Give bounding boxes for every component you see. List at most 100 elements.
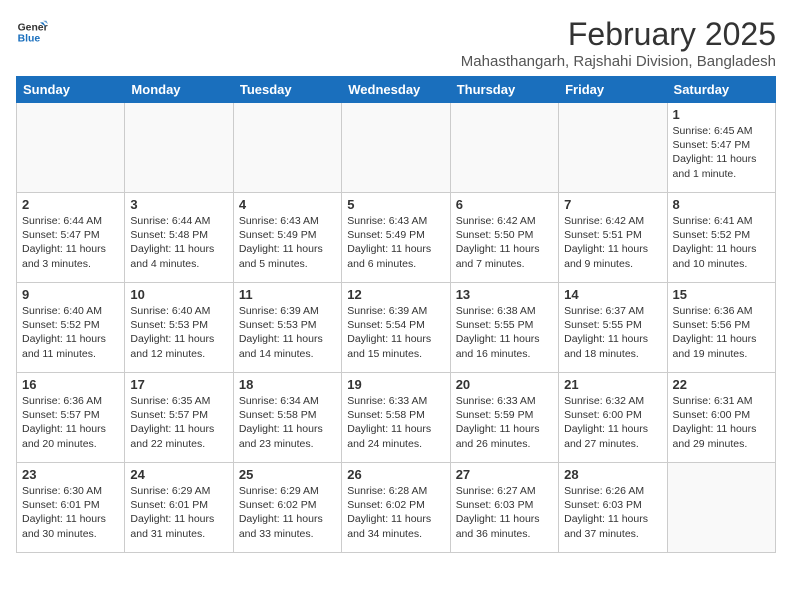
day-number-1-2: 4 <box>239 197 336 212</box>
cell-0-2 <box>233 103 341 193</box>
cell-1-1: 3 Sunrise: 6:44 AM Sunset: 5:48 PM Daylig… <box>125 193 233 283</box>
day-number-1-3: 5 <box>347 197 444 212</box>
cell-3-5: 21 Sunrise: 6:32 AM Sunset: 6:00 PM Dayli… <box>559 373 667 463</box>
day-info-3-1: Sunrise: 6:35 AM Sunset: 5:57 PM Dayligh… <box>130 394 227 451</box>
cell-4-1: 24 Sunrise: 6:29 AM Sunset: 6:01 PM Dayli… <box>125 463 233 553</box>
svg-text:Blue: Blue <box>18 34 41 45</box>
day-number-3-4: 20 <box>456 377 553 392</box>
calendar-subtitle: Mahasthangarh, Rajshahi Division, Bangla… <box>461 53 776 70</box>
day-number-2-1: 10 <box>130 287 227 302</box>
day-number-1-4: 6 <box>456 197 553 212</box>
cell-4-3: 26 Sunrise: 6:28 AM Sunset: 6:02 PM Dayli… <box>342 463 450 553</box>
title-block: February 2025 Mahasthangarh, Rajshahi Di… <box>461 16 776 70</box>
calendar-title: February 2025 <box>461 16 776 53</box>
day-info-4-4: Sunrise: 6:27 AM Sunset: 6:03 PM Dayligh… <box>456 484 553 541</box>
day-number-3-5: 21 <box>564 377 661 392</box>
day-info-4-0: Sunrise: 6:30 AM Sunset: 6:01 PM Dayligh… <box>22 484 119 541</box>
cell-0-3 <box>342 103 450 193</box>
header-thursday: Thursday <box>450 77 558 103</box>
day-info-3-4: Sunrise: 6:33 AM Sunset: 5:59 PM Dayligh… <box>456 394 553 451</box>
day-number-4-2: 25 <box>239 467 336 482</box>
day-number-1-5: 7 <box>564 197 661 212</box>
calendar-table: Sunday Monday Tuesday Wednesday Thursday… <box>16 76 776 553</box>
cell-2-2: 11 Sunrise: 6:39 AM Sunset: 5:53 PM Dayli… <box>233 283 341 373</box>
day-info-4-5: Sunrise: 6:26 AM Sunset: 6:03 PM Dayligh… <box>564 484 661 541</box>
header-friday: Friday <box>559 77 667 103</box>
week-row-1: 2Sunrise: 6:44 AM Sunset: 5:47 PM Daylig… <box>17 193 776 283</box>
cell-3-3: 19 Sunrise: 6:33 AM Sunset: 5:58 PM Dayli… <box>342 373 450 463</box>
day-number-2-0: 9 <box>22 287 119 302</box>
day-number-4-3: 26 <box>347 467 444 482</box>
cell-1-0: 2Sunrise: 6:44 AM Sunset: 5:47 PM Daylig… <box>17 193 125 283</box>
day-info-1-4: Sunrise: 6:42 AM Sunset: 5:50 PM Dayligh… <box>456 214 553 271</box>
cell-4-0: 23 Sunrise: 6:30 AM Sunset: 6:01 PM Dayli… <box>17 463 125 553</box>
day-info-3-2: Sunrise: 6:34 AM Sunset: 5:58 PM Dayligh… <box>239 394 336 451</box>
cell-0-0 <box>17 103 125 193</box>
cell-1-3: 5Sunrise: 6:43 AM Sunset: 5:49 PM Daylig… <box>342 193 450 283</box>
day-number-3-3: 19 <box>347 377 444 392</box>
day-info-4-3: Sunrise: 6:28 AM Sunset: 6:02 PM Dayligh… <box>347 484 444 541</box>
cell-0-5 <box>559 103 667 193</box>
day-info-2-4: Sunrise: 6:38 AM Sunset: 5:55 PM Dayligh… <box>456 304 553 361</box>
cell-3-4: 20 Sunrise: 6:33 AM Sunset: 5:59 PM Dayli… <box>450 373 558 463</box>
header-sunday: Sunday <box>17 77 125 103</box>
cell-2-5: 14 Sunrise: 6:37 AM Sunset: 5:55 PM Dayli… <box>559 283 667 373</box>
day-number-3-0: 16 <box>22 377 119 392</box>
day-info-1-1: Sunrise: 6:44 AM Sunset: 5:48 PM Dayligh… <box>130 214 227 271</box>
day-info-1-5: Sunrise: 6:42 AM Sunset: 5:51 PM Dayligh… <box>564 214 661 271</box>
day-info-3-3: Sunrise: 6:33 AM Sunset: 5:58 PM Dayligh… <box>347 394 444 451</box>
header-tuesday: Tuesday <box>233 77 341 103</box>
cell-3-0: 16Sunrise: 6:36 AM Sunset: 5:57 PM Dayli… <box>17 373 125 463</box>
cell-4-2: 25 Sunrise: 6:29 AM Sunset: 6:02 PM Dayli… <box>233 463 341 553</box>
day-info-4-1: Sunrise: 6:29 AM Sunset: 6:01 PM Dayligh… <box>130 484 227 541</box>
day-number-1-1: 3 <box>130 197 227 212</box>
page-header: General Blue February 2025 Mahasthangarh… <box>16 16 776 70</box>
day-number-1-0: 2 <box>22 197 119 212</box>
day-info-2-6: Sunrise: 6:36 AM Sunset: 5:56 PM Dayligh… <box>673 304 770 361</box>
logo-icon: General Blue <box>16 16 48 48</box>
day-number-2-2: 11 <box>239 287 336 302</box>
day-number-2-3: 12 <box>347 287 444 302</box>
day-info-2-2: Sunrise: 6:39 AM Sunset: 5:53 PM Dayligh… <box>239 304 336 361</box>
cell-1-5: 7 Sunrise: 6:42 AM Sunset: 5:51 PM Daylig… <box>559 193 667 283</box>
cell-2-6: 15 Sunrise: 6:36 AM Sunset: 5:56 PM Dayli… <box>667 283 775 373</box>
day-number-4-1: 24 <box>130 467 227 482</box>
cell-1-6: 8 Sunrise: 6:41 AM Sunset: 5:52 PM Daylig… <box>667 193 775 283</box>
day-info-2-1: Sunrise: 6:40 AM Sunset: 5:53 PM Dayligh… <box>130 304 227 361</box>
cell-2-3: 12 Sunrise: 6:39 AM Sunset: 5:54 PM Dayli… <box>342 283 450 373</box>
day-info-4-2: Sunrise: 6:29 AM Sunset: 6:02 PM Dayligh… <box>239 484 336 541</box>
cell-1-2: 4 Sunrise: 6:43 AM Sunset: 5:49 PM Daylig… <box>233 193 341 283</box>
header-monday: Monday <box>125 77 233 103</box>
day-number-3-2: 18 <box>239 377 336 392</box>
logo: General Blue <box>16 16 48 48</box>
day-number-4-4: 27 <box>456 467 553 482</box>
cell-2-1: 10 Sunrise: 6:40 AM Sunset: 5:53 PM Dayli… <box>125 283 233 373</box>
day-info-2-5: Sunrise: 6:37 AM Sunset: 5:55 PM Dayligh… <box>564 304 661 361</box>
day-info-1-2: Sunrise: 6:43 AM Sunset: 5:49 PM Dayligh… <box>239 214 336 271</box>
cell-4-6 <box>667 463 775 553</box>
cell-0-4 <box>450 103 558 193</box>
day-number-4-5: 28 <box>564 467 661 482</box>
cell-3-1: 17 Sunrise: 6:35 AM Sunset: 5:57 PM Dayli… <box>125 373 233 463</box>
day-number-4-0: 23 <box>22 467 119 482</box>
day-number-2-5: 14 <box>564 287 661 302</box>
day-info-3-5: Sunrise: 6:32 AM Sunset: 6:00 PM Dayligh… <box>564 394 661 451</box>
cell-0-6: 1Sunrise: 6:45 AM Sunset: 5:47 PM Daylig… <box>667 103 775 193</box>
day-number-2-6: 15 <box>673 287 770 302</box>
cell-1-4: 6 Sunrise: 6:42 AM Sunset: 5:50 PM Daylig… <box>450 193 558 283</box>
day-info-1-6: Sunrise: 6:41 AM Sunset: 5:52 PM Dayligh… <box>673 214 770 271</box>
header-saturday: Saturday <box>667 77 775 103</box>
day-number-3-1: 17 <box>130 377 227 392</box>
cell-2-4: 13Sunrise: 6:38 AM Sunset: 5:55 PM Dayli… <box>450 283 558 373</box>
cell-3-2: 18 Sunrise: 6:34 AM Sunset: 5:58 PM Dayli… <box>233 373 341 463</box>
cell-0-1 <box>125 103 233 193</box>
week-row-3: 16Sunrise: 6:36 AM Sunset: 5:57 PM Dayli… <box>17 373 776 463</box>
day-info-3-6: Sunrise: 6:31 AM Sunset: 6:00 PM Dayligh… <box>673 394 770 451</box>
day-number-3-6: 22 <box>673 377 770 392</box>
week-row-0: 1Sunrise: 6:45 AM Sunset: 5:47 PM Daylig… <box>17 103 776 193</box>
day-info-2-3: Sunrise: 6:39 AM Sunset: 5:54 PM Dayligh… <box>347 304 444 361</box>
day-number-1-6: 8 <box>673 197 770 212</box>
week-row-2: 9Sunrise: 6:40 AM Sunset: 5:52 PM Daylig… <box>17 283 776 373</box>
calendar-header-row: Sunday Monday Tuesday Wednesday Thursday… <box>17 77 776 103</box>
cell-4-4: 27 Sunrise: 6:27 AM Sunset: 6:03 PM Dayli… <box>450 463 558 553</box>
